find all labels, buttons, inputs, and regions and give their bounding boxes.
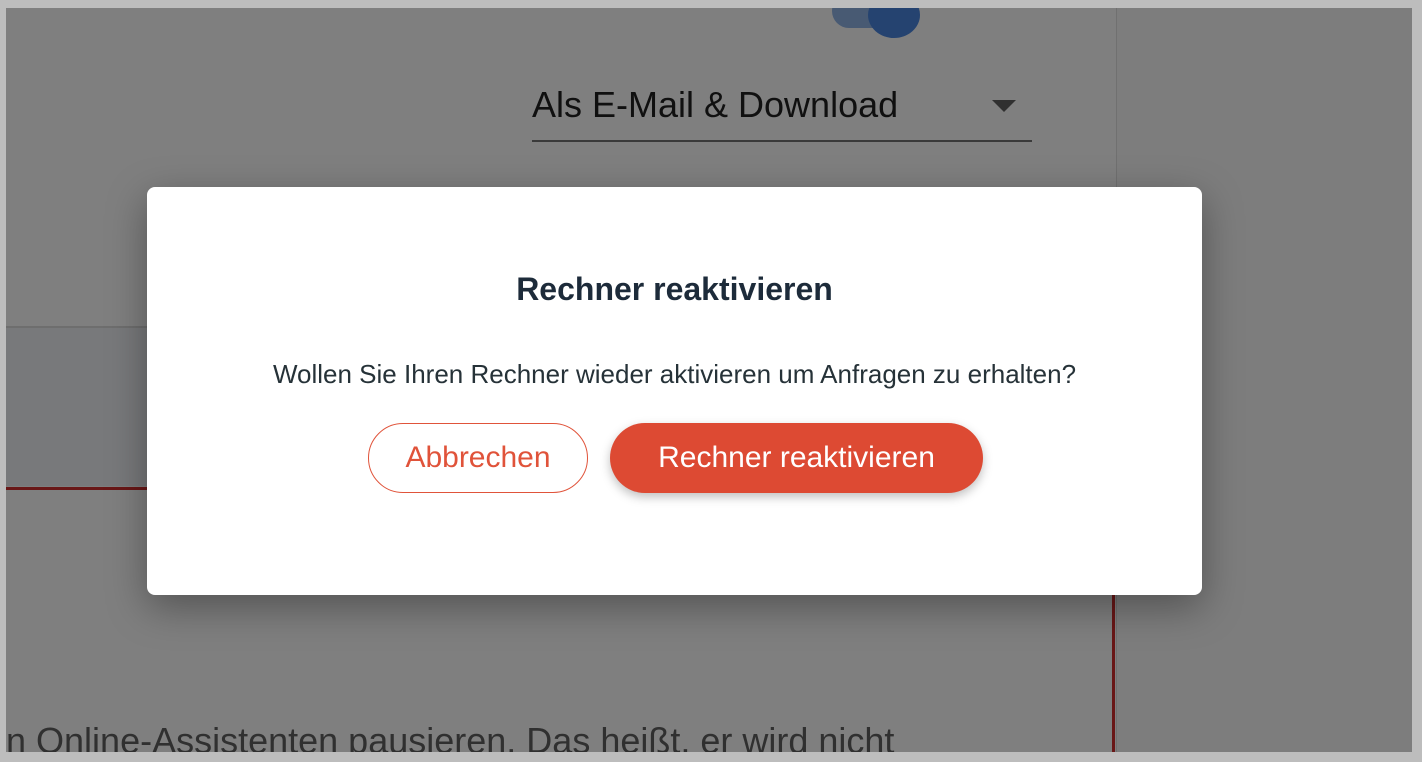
reactivate-dialog: Rechner reaktivieren Wollen Sie Ihren Re… [147, 187, 1202, 595]
reactivate-button[interactable]: Rechner reaktivieren [610, 423, 983, 493]
dialog-title: Rechner reaktivieren [516, 271, 833, 307]
app-window: Als E-Mail & Download n Online-Assistent… [6, 8, 1412, 752]
dialog-message: Wollen Sie Ihren Rechner wieder aktivier… [272, 359, 1077, 389]
cancel-button[interactable]: Abbrechen [368, 423, 588, 493]
